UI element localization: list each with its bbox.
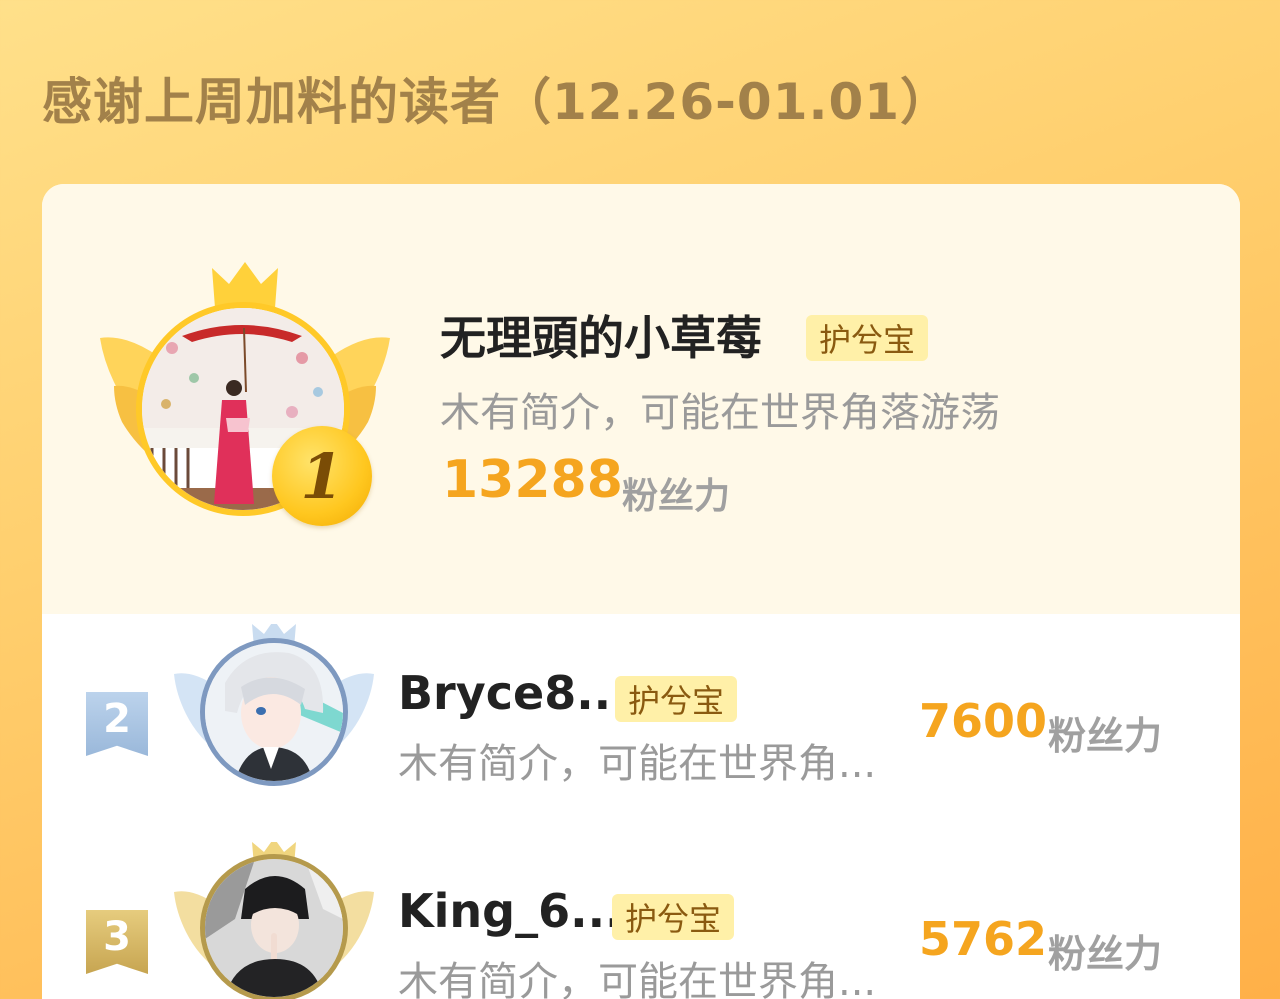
leaderboard-row-3[interactable]: 3 King_6... 护兮宝 木有简介，可能在世界角... 5762 粉丝力	[42, 830, 1240, 999]
avatar-frame-gold[interactable]: 1	[98, 260, 392, 530]
rank-1-medal: 1	[272, 426, 372, 526]
rank-3-ribbon: 3	[86, 910, 148, 974]
user-bio: 木有简介，可能在世界角...	[398, 959, 877, 999]
user-name[interactable]: Bryce8...	[398, 666, 629, 720]
fan-badge: 护兮宝	[615, 676, 737, 722]
leaderboard-card: 1 无理頭的小草莓 护兮宝 木有简介，可能在世界角落游荡 13288 粉丝力 2	[42, 184, 1240, 999]
user-bio: 木有简介，可能在世界角...	[398, 741, 877, 787]
fan-badge: 护兮宝	[612, 894, 734, 940]
fan-power-label: 粉丝力	[1048, 932, 1163, 976]
avatar-frame-silver[interactable]	[172, 624, 376, 798]
avatar	[200, 638, 348, 786]
user-bio: 木有简介，可能在世界角落游荡	[440, 390, 1000, 436]
fan-power-score: 13288	[442, 450, 623, 510]
user-name[interactable]: King_6...	[398, 884, 623, 938]
fan-power-score: 5762	[919, 912, 1048, 966]
page-title: 感谢上周加料的读者（12.26-01.01）	[42, 73, 952, 131]
avatar-frame-bronze[interactable]	[172, 842, 376, 999]
fan-power-label: 粉丝力	[1048, 714, 1163, 758]
rank-2-ribbon: 2	[86, 692, 148, 756]
user-name[interactable]: 无理頭的小草莓	[440, 302, 762, 368]
leaderboard-row-2[interactable]: 2 Bryce8... 护兮宝 木有简介，可能在世界角... 7600 粉丝力	[42, 614, 1240, 830]
avatar	[200, 854, 348, 999]
avatar-dark-boy-icon	[205, 859, 343, 997]
fan-badge: 护兮宝	[806, 315, 928, 361]
fan-power-score: 7600	[919, 694, 1048, 748]
leaderboard-row-1[interactable]: 1 无理頭的小草莓 护兮宝 木有简介，可能在世界角落游荡 13288 粉丝力	[42, 184, 1240, 614]
avatar-anime-boy-icon	[205, 643, 343, 781]
fan-power-label: 粉丝力	[622, 476, 731, 517]
